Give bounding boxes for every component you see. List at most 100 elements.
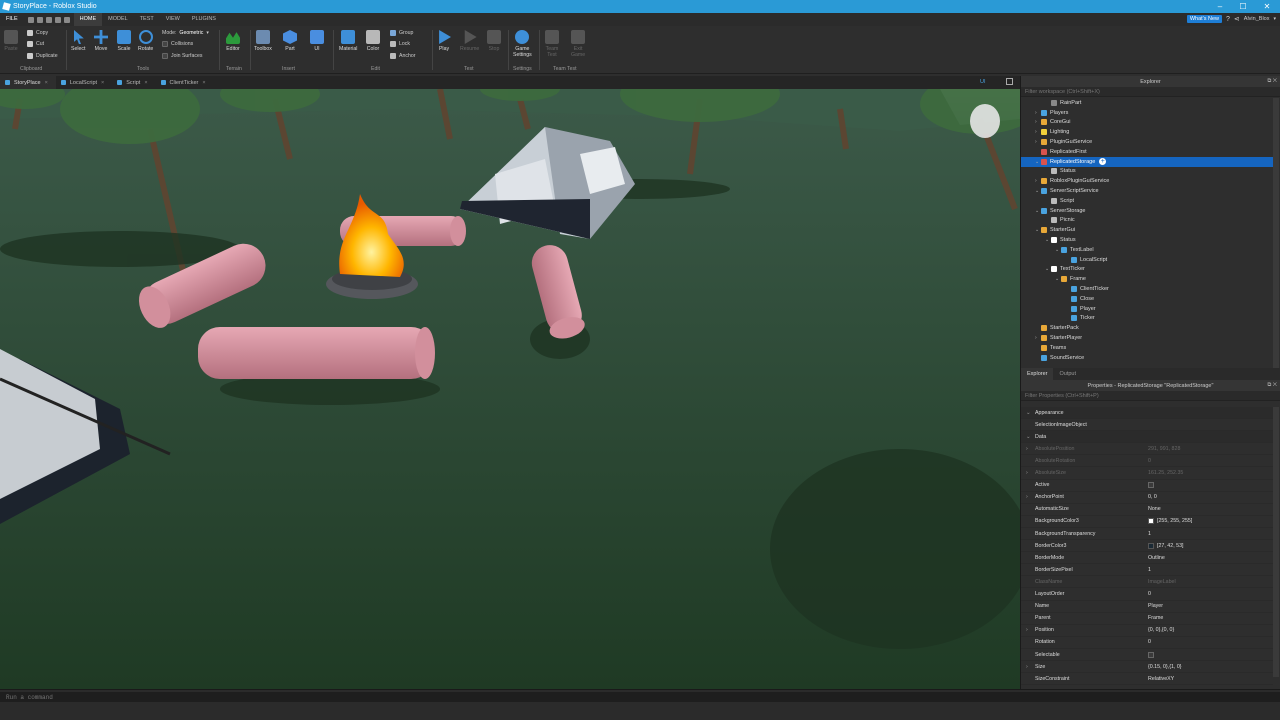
color-swatch[interactable] xyxy=(1148,518,1154,525)
tab-test[interactable]: TEST xyxy=(134,13,160,26)
minimize-button[interactable]: – xyxy=(1209,0,1231,13)
close-window-button[interactable]: ✕ xyxy=(1256,0,1278,13)
tree-item[interactable]: RainPart xyxy=(1021,98,1273,108)
undo-icon[interactable] xyxy=(36,16,43,23)
3d-viewport[interactable] xyxy=(0,89,1020,689)
property-row[interactable]: LayoutOrder 0 xyxy=(1021,589,1273,601)
add-object-icon[interactable]: + xyxy=(1099,158,1107,166)
panel-close-icon[interactable]: ⧉ ✕ xyxy=(1267,78,1277,85)
property-row[interactable]: SelectionImageObject xyxy=(1021,419,1273,432)
tree-item[interactable]: › RobloxPluginGuiService xyxy=(1021,176,1273,186)
property-category[interactable]: ⌄ Appearance xyxy=(1021,407,1273,419)
properties-scrollbar[interactable] xyxy=(1273,407,1279,677)
expand-arrow-icon[interactable]: › xyxy=(1026,470,1028,476)
tree-item[interactable]: › CoreGui xyxy=(1021,118,1273,128)
tab-explorer[interactable]: Explorer xyxy=(1021,368,1054,380)
stop-button[interactable]: Stop xyxy=(487,30,501,52)
tree-item[interactable]: SoundService xyxy=(1021,353,1273,363)
material-button[interactable]: Material xyxy=(339,30,357,52)
expand-arrow-icon[interactable]: › xyxy=(1026,627,1028,633)
property-row[interactable]: ClassName ImageLabel xyxy=(1021,576,1273,589)
tab-view[interactable]: VIEW xyxy=(160,13,186,26)
property-value[interactable]: {0.15, 0},{1, 0} xyxy=(1148,664,1182,670)
checkbox[interactable] xyxy=(1148,651,1154,658)
property-value[interactable]: 1 xyxy=(1148,567,1151,573)
play-quick-icon[interactable] xyxy=(54,16,61,23)
property-row[interactable]: Name Player xyxy=(1021,601,1273,613)
property-row[interactable]: BackgroundTransparency 1 xyxy=(1021,528,1273,540)
property-row[interactable]: Rotation 0 xyxy=(1021,637,1273,649)
property-value[interactable]: RelativeXY xyxy=(1148,676,1174,682)
tree-item[interactable]: Picnic xyxy=(1021,216,1273,226)
tree-item[interactable]: ⌄ Status xyxy=(1021,235,1273,245)
collisions-toggle[interactable]: Collisions xyxy=(162,41,193,47)
terrain-editor-button[interactable]: Editor xyxy=(226,30,240,52)
file-menu[interactable]: FILE xyxy=(0,13,24,26)
new-icon[interactable] xyxy=(27,16,34,23)
property-row[interactable]: Parent Frame xyxy=(1021,613,1273,625)
fullscreen-icon[interactable] xyxy=(1006,78,1013,85)
expand-arrow-icon[interactable]: ⌄ xyxy=(1026,410,1030,416)
explorer-scrollbar[interactable] xyxy=(1273,98,1279,368)
property-value[interactable]: 1 xyxy=(1148,531,1151,537)
property-row[interactable]: › AbsolutePosition 291, 991, 828 xyxy=(1021,443,1273,456)
lock-button[interactable]: Lock xyxy=(390,41,410,47)
property-value[interactable]: {0, 0},{0, 0} xyxy=(1148,627,1174,633)
property-row[interactable]: BorderColor3 [27, 42, 53] xyxy=(1021,540,1273,553)
help-icon[interactable]: ? xyxy=(1226,16,1230,23)
anchor-button[interactable]: Anchor xyxy=(390,53,415,59)
copy-button[interactable]: Copy xyxy=(27,30,48,36)
select-tool-button[interactable]: Select xyxy=(71,30,85,52)
tree-item[interactable]: ⌄ Frame xyxy=(1021,274,1273,284)
property-value[interactable] xyxy=(1148,482,1157,489)
tree-item[interactable]: StarterPack xyxy=(1021,323,1273,333)
share-icon[interactable]: ⋖ xyxy=(1234,15,1240,23)
tree-item[interactable]: ⌄ ReplicatedStorage + xyxy=(1021,156,1273,167)
tree-item[interactable]: ⌄ ServerStorage xyxy=(1021,206,1273,216)
tree-item[interactable]: ⌄ TextLabel xyxy=(1021,245,1273,255)
property-category[interactable]: ⌄ Data xyxy=(1021,431,1273,444)
panel-close-icon[interactable]: ⧉ ✕ xyxy=(1267,382,1277,389)
tree-item[interactable]: ClientTicker xyxy=(1021,284,1273,294)
tree-item[interactable]: › PluginGuiService xyxy=(1021,137,1273,147)
exit-game-button[interactable]: Exit Game xyxy=(571,30,585,58)
command-input[interactable] xyxy=(0,692,1280,702)
property-value[interactable]: Frame xyxy=(1148,615,1163,621)
whats-new-button[interactable]: What's New xyxy=(1186,15,1223,23)
tree-item[interactable]: ⌄ StarterGui xyxy=(1021,225,1273,235)
group-button[interactable]: Group xyxy=(390,30,413,36)
tree-item[interactable]: Status xyxy=(1021,167,1273,177)
properties-filter-input[interactable]: Filter Properties (Ctrl+Shift+P) xyxy=(1021,391,1280,401)
property-value[interactable]: [27, 42, 53] xyxy=(1148,542,1184,549)
tab-output[interactable]: Output xyxy=(1053,368,1082,380)
property-value[interactable]: 0 xyxy=(1148,458,1151,464)
expand-arrow-icon[interactable]: › xyxy=(1026,494,1028,500)
close-tab-icon[interactable]: × xyxy=(101,80,104,86)
property-row[interactable]: AbsoluteRotation 0 xyxy=(1021,455,1273,468)
explorer-filter-input[interactable]: Filter workspace (Ctrl+Shift+X) xyxy=(1021,87,1280,97)
property-row[interactable]: › Size {0.15, 0},{1, 0} xyxy=(1021,661,1273,674)
close-tab-icon[interactable]: × xyxy=(45,80,48,86)
redo-icon[interactable] xyxy=(45,16,52,23)
ui-button[interactable]: UI xyxy=(310,30,324,52)
expand-arrow-icon[interactable]: ⌄ xyxy=(1026,434,1030,440)
team-icon[interactable] xyxy=(63,16,70,23)
property-value[interactable]: 0, 0 xyxy=(1148,494,1157,500)
tree-item[interactable]: ReplicatedFirst xyxy=(1021,147,1273,157)
property-row[interactable]: SizeConstraint RelativeXY xyxy=(1021,673,1273,686)
rotate-tool-button[interactable]: Rotate xyxy=(138,30,153,52)
property-row[interactable]: Active xyxy=(1021,480,1273,492)
move-tool-button[interactable]: Move xyxy=(94,30,108,52)
game-settings-button[interactable]: Game Settings xyxy=(513,30,532,58)
property-row[interactable]: Selectable xyxy=(1021,649,1273,661)
color-swatch[interactable] xyxy=(1148,542,1154,549)
expand-arrow-icon[interactable]: › xyxy=(1026,664,1028,670)
expand-arrow-icon[interactable]: › xyxy=(1026,446,1028,452)
tab-plugins[interactable]: PLUGINS xyxy=(186,13,222,26)
property-value[interactable]: Player xyxy=(1148,603,1163,609)
tab-script[interactable]: Script × xyxy=(112,76,155,89)
mode-dropdown[interactable]: Mode: Geometric ▾ xyxy=(162,30,209,36)
tree-item[interactable]: Close xyxy=(1021,294,1273,304)
tab-home[interactable]: HOME xyxy=(73,13,103,26)
cut-button[interactable]: Cut xyxy=(27,41,44,47)
